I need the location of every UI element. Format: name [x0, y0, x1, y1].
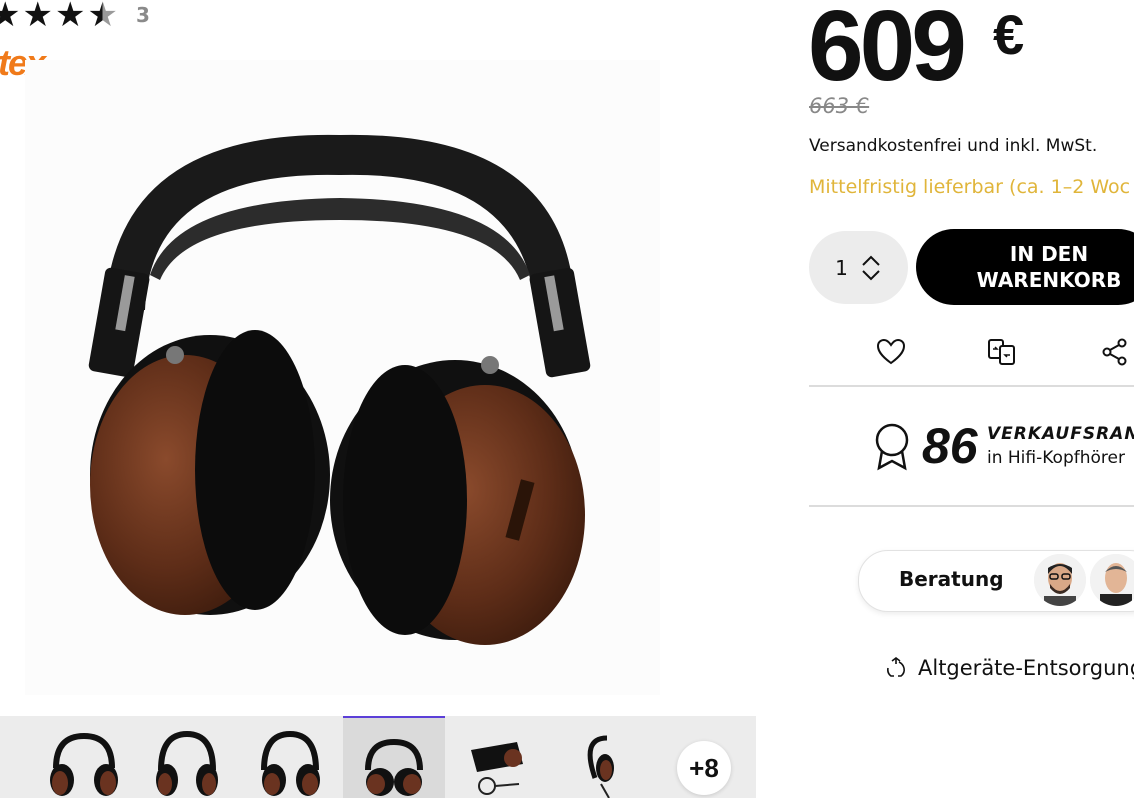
- quantity-stepper[interactable]: 1: [809, 231, 908, 304]
- compare-icon: [988, 339, 1015, 365]
- headphones-image: [88, 134, 591, 645]
- thumbnail[interactable]: [33, 716, 135, 798]
- headphones-thumbnail-icon: [365, 738, 423, 796]
- headphones-side-thumbnail-icon: [587, 735, 614, 798]
- advisor-avatar: [1034, 554, 1086, 606]
- divider: [809, 385, 1134, 387]
- headphones-thumbnail-icon: [50, 732, 118, 796]
- wishlist-button[interactable]: [873, 334, 909, 370]
- sales-rank-label: VERKAUFSRANG: [987, 424, 1134, 444]
- share-button[interactable]: [1097, 334, 1133, 370]
- add-to-cart-button[interactable]: IN DEN WARENKORB: [916, 229, 1134, 305]
- star-icon: ★: [54, 0, 86, 35]
- headphones-thumbnail-icon: [261, 730, 320, 796]
- more-images-button[interactable]: +8: [677, 741, 731, 795]
- rating-stars[interactable]: ★ ★ ★ ★ 3: [0, 0, 150, 32]
- thumbnail[interactable]: [550, 716, 652, 798]
- heart-icon: [876, 338, 906, 365]
- sales-rank-category[interactable]: in Hifi-Kopfhörer: [987, 448, 1125, 468]
- advisor-avatar: [1090, 554, 1134, 606]
- thumbnail[interactable]: [446, 716, 548, 798]
- star-icon: ★: [0, 0, 21, 35]
- recycling-link[interactable]: Altgeräte-Entsorgung: [884, 656, 1134, 680]
- divider: [809, 505, 1134, 507]
- chevron-up-down-icon: [862, 255, 880, 280]
- sales-rank-number: 86: [922, 418, 978, 474]
- share-icon: [1102, 338, 1127, 366]
- thumbnail[interactable]: [136, 716, 238, 798]
- rating-count[interactable]: 3: [136, 3, 150, 27]
- accessories-thumbnail-icon: [471, 742, 523, 795]
- shipping-note: Versandkostenfrei und inkl. MwSt.: [809, 136, 1098, 156]
- recycling-label: Altgeräte-Entsorgung: [918, 656, 1134, 680]
- star-icon: ★: [22, 0, 53, 35]
- price-currency: €: [993, 3, 1025, 66]
- quantity-value: 1: [835, 255, 848, 280]
- headphones-thumbnail-icon: [156, 730, 218, 796]
- thumbnail[interactable]: [239, 716, 341, 798]
- thumbnail-strip: [0, 716, 756, 798]
- old-price: 663 €: [809, 94, 870, 118]
- half-star-icon: ★: [87, 0, 118, 35]
- award-ribbon-icon: [875, 423, 909, 471]
- product-price: 609: [808, 0, 967, 102]
- compare-button[interactable]: [984, 334, 1020, 370]
- availability-status: Mittelfristig lieferbar (ca. 1–2 Woc: [809, 176, 1131, 198]
- add-to-cart-label: IN DEN WARENKORB: [976, 242, 1122, 292]
- advice-label: Beratung: [899, 567, 1004, 591]
- thumbnail-active[interactable]: [343, 716, 445, 798]
- product-main-image[interactable]: [25, 60, 660, 695]
- recycle-icon: [887, 657, 905, 677]
